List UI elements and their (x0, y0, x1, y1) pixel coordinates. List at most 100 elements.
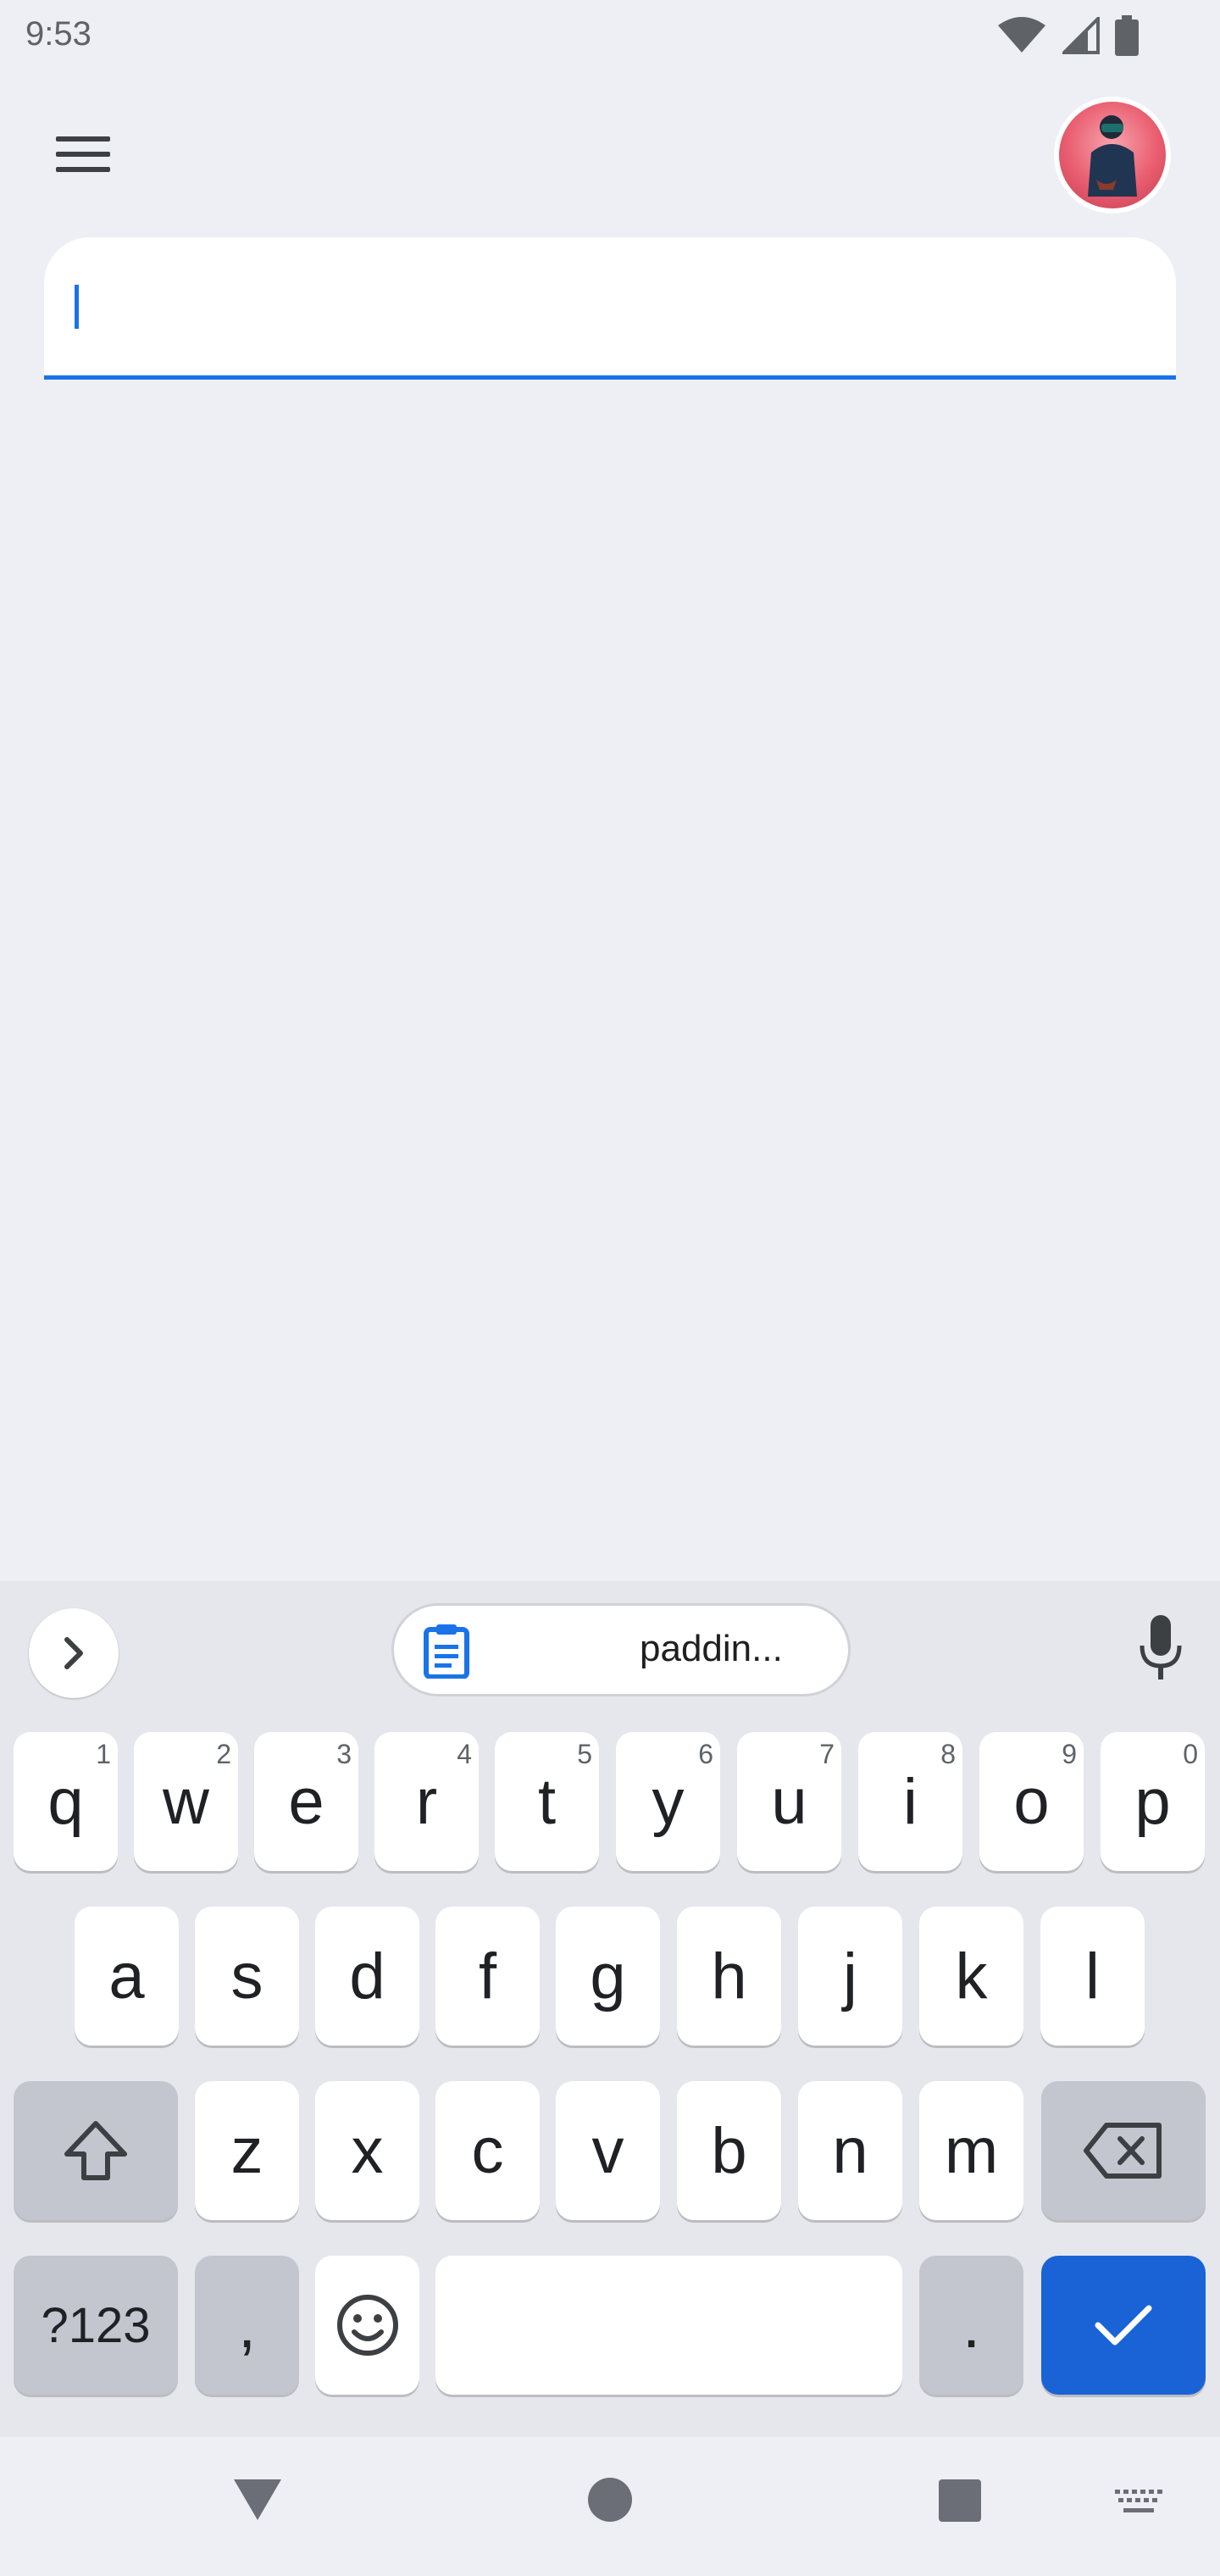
key-label: u (771, 1765, 807, 1838)
key-hint: 1 (96, 1739, 111, 1769)
key-x[interactable]: x (315, 2081, 419, 2220)
status-time: 9:53 (25, 15, 92, 53)
back-icon[interactable] (230, 2476, 285, 2523)
status-icons (996, 15, 1139, 56)
key-t[interactable]: t5 (495, 1732, 599, 1871)
avatar-image (1059, 102, 1166, 208)
key-label: p (1134, 1765, 1171, 1838)
key-label: y (652, 1765, 685, 1838)
key-label: k (955, 1940, 988, 2012)
key-p[interactable]: p0 (1101, 1732, 1205, 1871)
cell-signal-icon (1062, 17, 1100, 54)
space-key[interactable] (435, 2256, 902, 2395)
period-label: . (962, 2289, 981, 2362)
key-m[interactable]: m (919, 2081, 1023, 2220)
navigation-bar (0, 2437, 1220, 2576)
emoji-icon (336, 2295, 398, 2356)
key-hint: 3 (336, 1739, 352, 1769)
key-hint: 0 (1183, 1739, 1198, 1769)
clipboard-suggestion-text: paddin... (640, 1628, 783, 1669)
battery-icon (1115, 15, 1139, 56)
key-label: t (537, 1765, 557, 1838)
text-cursor (75, 285, 79, 329)
key-hint: 8 (940, 1739, 956, 1769)
key-g[interactable]: g (556, 1907, 660, 2046)
enter-key[interactable] (1041, 2256, 1206, 2395)
chevron-right-icon (64, 1637, 83, 1669)
key-h[interactable]: h (677, 1907, 781, 2046)
key-i[interactable]: i8 (858, 1732, 962, 1871)
checkmark-icon (1095, 2305, 1152, 2346)
clipboard-suggestion-chip[interactable]: paddin... (391, 1603, 851, 1696)
key-hint: 9 (1062, 1739, 1077, 1769)
key-label: f (478, 1940, 497, 2012)
key-label: g (590, 1940, 626, 2012)
microphone-icon (1140, 1615, 1182, 1679)
shift-key[interactable] (14, 2081, 178, 2220)
key-label: m (944, 2114, 999, 2187)
hamburger-menu-icon (56, 136, 110, 142)
status-bar: 9:53 (0, 0, 1220, 71)
key-hint: 6 (698, 1739, 713, 1769)
key-a[interactable]: a (75, 1907, 179, 2046)
key-label: l (1085, 1940, 1100, 2012)
period-key[interactable]: . (919, 2256, 1023, 2395)
recents-icon[interactable] (937, 2478, 983, 2523)
key-b[interactable]: b (677, 2081, 781, 2220)
key-c[interactable]: c (435, 2081, 540, 2220)
key-label: w (163, 1765, 209, 1838)
key-q[interactable]: q1 (14, 1732, 118, 1871)
menu-button[interactable] (46, 122, 120, 186)
key-j[interactable]: j (798, 1907, 902, 2046)
voice-input-button[interactable] (1134, 1613, 1188, 1685)
key-e[interactable]: e3 (254, 1732, 358, 1871)
key-label: b (711, 2114, 747, 2187)
key-label: q (47, 1765, 84, 1838)
wifi-icon (998, 17, 1045, 53)
key-hint: 5 (577, 1739, 592, 1769)
key-label: c (471, 2114, 504, 2187)
key-w[interactable]: w2 (134, 1732, 238, 1871)
emoji-key[interactable] (315, 2256, 419, 2395)
key-label: o (1013, 1765, 1050, 1838)
key-label: r (415, 1765, 438, 1838)
key-l[interactable]: l (1040, 1907, 1145, 2046)
key-v[interactable]: v (556, 2081, 660, 2220)
user-avatar[interactable] (1054, 97, 1171, 214)
key-label: s (230, 1940, 263, 2012)
symbols-label: ?123 (41, 2297, 151, 2353)
key-hint: 2 (216, 1739, 231, 1769)
avatar-figure (1088, 115, 1137, 197)
clipboard-icon (424, 1624, 469, 1679)
key-k[interactable]: k (919, 1907, 1023, 2046)
key-z[interactable]: z (195, 2081, 299, 2220)
key-label: v (591, 2114, 624, 2187)
key-label: n (832, 2114, 868, 2187)
key-hint: 7 (819, 1739, 835, 1769)
keyboard-switch-icon[interactable] (1115, 2490, 1162, 2515)
backspace-icon (1084, 2123, 1162, 2179)
key-label: a (108, 1940, 145, 2012)
key-o[interactable]: o9 (979, 1732, 1084, 1871)
menu-line (56, 152, 110, 157)
comma-label: , (237, 2289, 257, 2362)
key-s[interactable]: s (195, 1907, 299, 2046)
key-n[interactable]: n (798, 2081, 902, 2220)
key-label: z (230, 2114, 263, 2187)
key-y[interactable]: y6 (616, 1732, 720, 1871)
symbols-key[interactable]: ?123 (14, 2256, 178, 2395)
keyboard-toolbar-toggle-button[interactable] (29, 1608, 119, 1698)
backspace-key[interactable] (1041, 2081, 1206, 2220)
search-input[interactable] (81, 271, 1132, 342)
key-f[interactable]: f (435, 1907, 540, 2046)
key-r[interactable]: r4 (374, 1732, 479, 1871)
home-icon[interactable] (586, 2476, 634, 2523)
key-label: e (288, 1765, 324, 1838)
shift-icon (64, 2121, 127, 2180)
key-label: x (351, 2114, 384, 2187)
key-label: d (349, 1940, 385, 2012)
comma-key[interactable]: , (195, 2256, 299, 2395)
key-u[interactable]: u7 (737, 1732, 841, 1871)
key-label: j (843, 1940, 857, 2012)
key-d[interactable]: d (315, 1907, 419, 2046)
